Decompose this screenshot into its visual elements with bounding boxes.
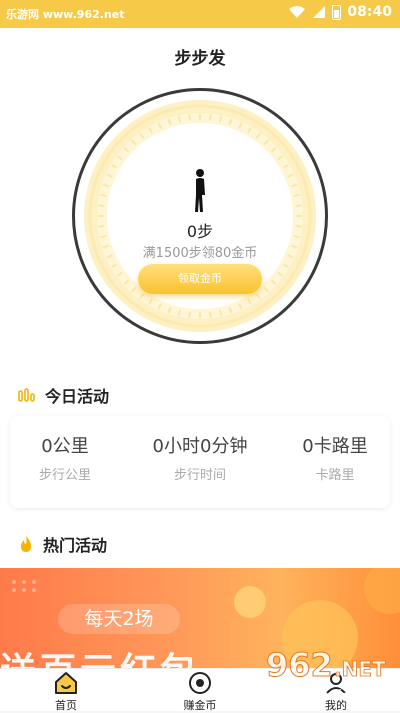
banner-headline: 每天2场	[58, 604, 180, 634]
hot-section-header: 热门活动	[18, 532, 107, 556]
svg-text:.NET: .NET	[334, 657, 386, 681]
wifi-icon	[289, 6, 306, 18]
step-count: 0步	[186, 222, 214, 241]
bar-chart-icon	[18, 388, 35, 402]
stat-calories-label: 卡路里	[315, 468, 355, 483]
stat-distance: 0公里 步行公里	[10, 432, 120, 483]
stat-calories-value: 0卡路里	[302, 436, 368, 457]
pedometer-ring: 0步 满1500步领80金币 领取金币	[72, 88, 328, 344]
pedometer-center: 0步 满1500步领80金币 领取金币	[72, 88, 328, 344]
hot-section-title: 热门活动	[43, 536, 108, 555]
tab-home[interactable]: 首页	[26, 669, 106, 712]
earn-coins-icon	[189, 672, 211, 694]
status-bar: 乐游网 www.962.net 08:40	[0, 0, 400, 28]
svg-text:962: 962	[266, 646, 333, 684]
today-section-title: 今日活动	[45, 387, 110, 406]
battery-icon	[332, 4, 342, 20]
stat-time-value: 0小时0分钟	[152, 436, 248, 457]
claim-coins-button[interactable]: 领取金币	[138, 264, 262, 294]
signal-icon	[313, 6, 326, 18]
flame-icon	[21, 536, 31, 552]
main-page: 步步发 0步 满1500步领80金币 领取金币 今日活动 0公里 步行公里 0小…	[0, 28, 400, 668]
today-stats-card: 0公里 步行公里 0小时0分钟 步行时间 0卡路里 卡路里	[10, 416, 390, 508]
status-bar-right: 08:40	[288, 4, 392, 20]
stat-distance-value: 0公里	[41, 436, 89, 457]
site-watermark-logo: 962 .NET 乐游网	[266, 646, 387, 705]
svg-text:乐游网: 乐游网	[330, 689, 369, 704]
stat-calories: 0卡路里 卡路里	[280, 432, 390, 483]
stat-distance-label: 步行公里	[38, 468, 91, 483]
status-time: 08:40	[347, 4, 392, 20]
tab-earn-coins[interactable]: 赚金币	[160, 669, 240, 712]
walking-person-icon	[195, 169, 205, 212]
page-title: 步步发	[174, 49, 226, 69]
stat-time: 0小时0分钟 步行时间	[130, 432, 270, 483]
step-goal-text: 满1500步领80金币	[142, 246, 258, 261]
status-bar-site-text: 乐游网 www.962.net	[6, 8, 125, 21]
banner-subheadline: 送百元红包	[0, 642, 200, 668]
home-icon	[55, 672, 77, 694]
stat-time-label: 步行时间	[173, 468, 226, 483]
today-section-header: 今日活动	[18, 383, 109, 407]
